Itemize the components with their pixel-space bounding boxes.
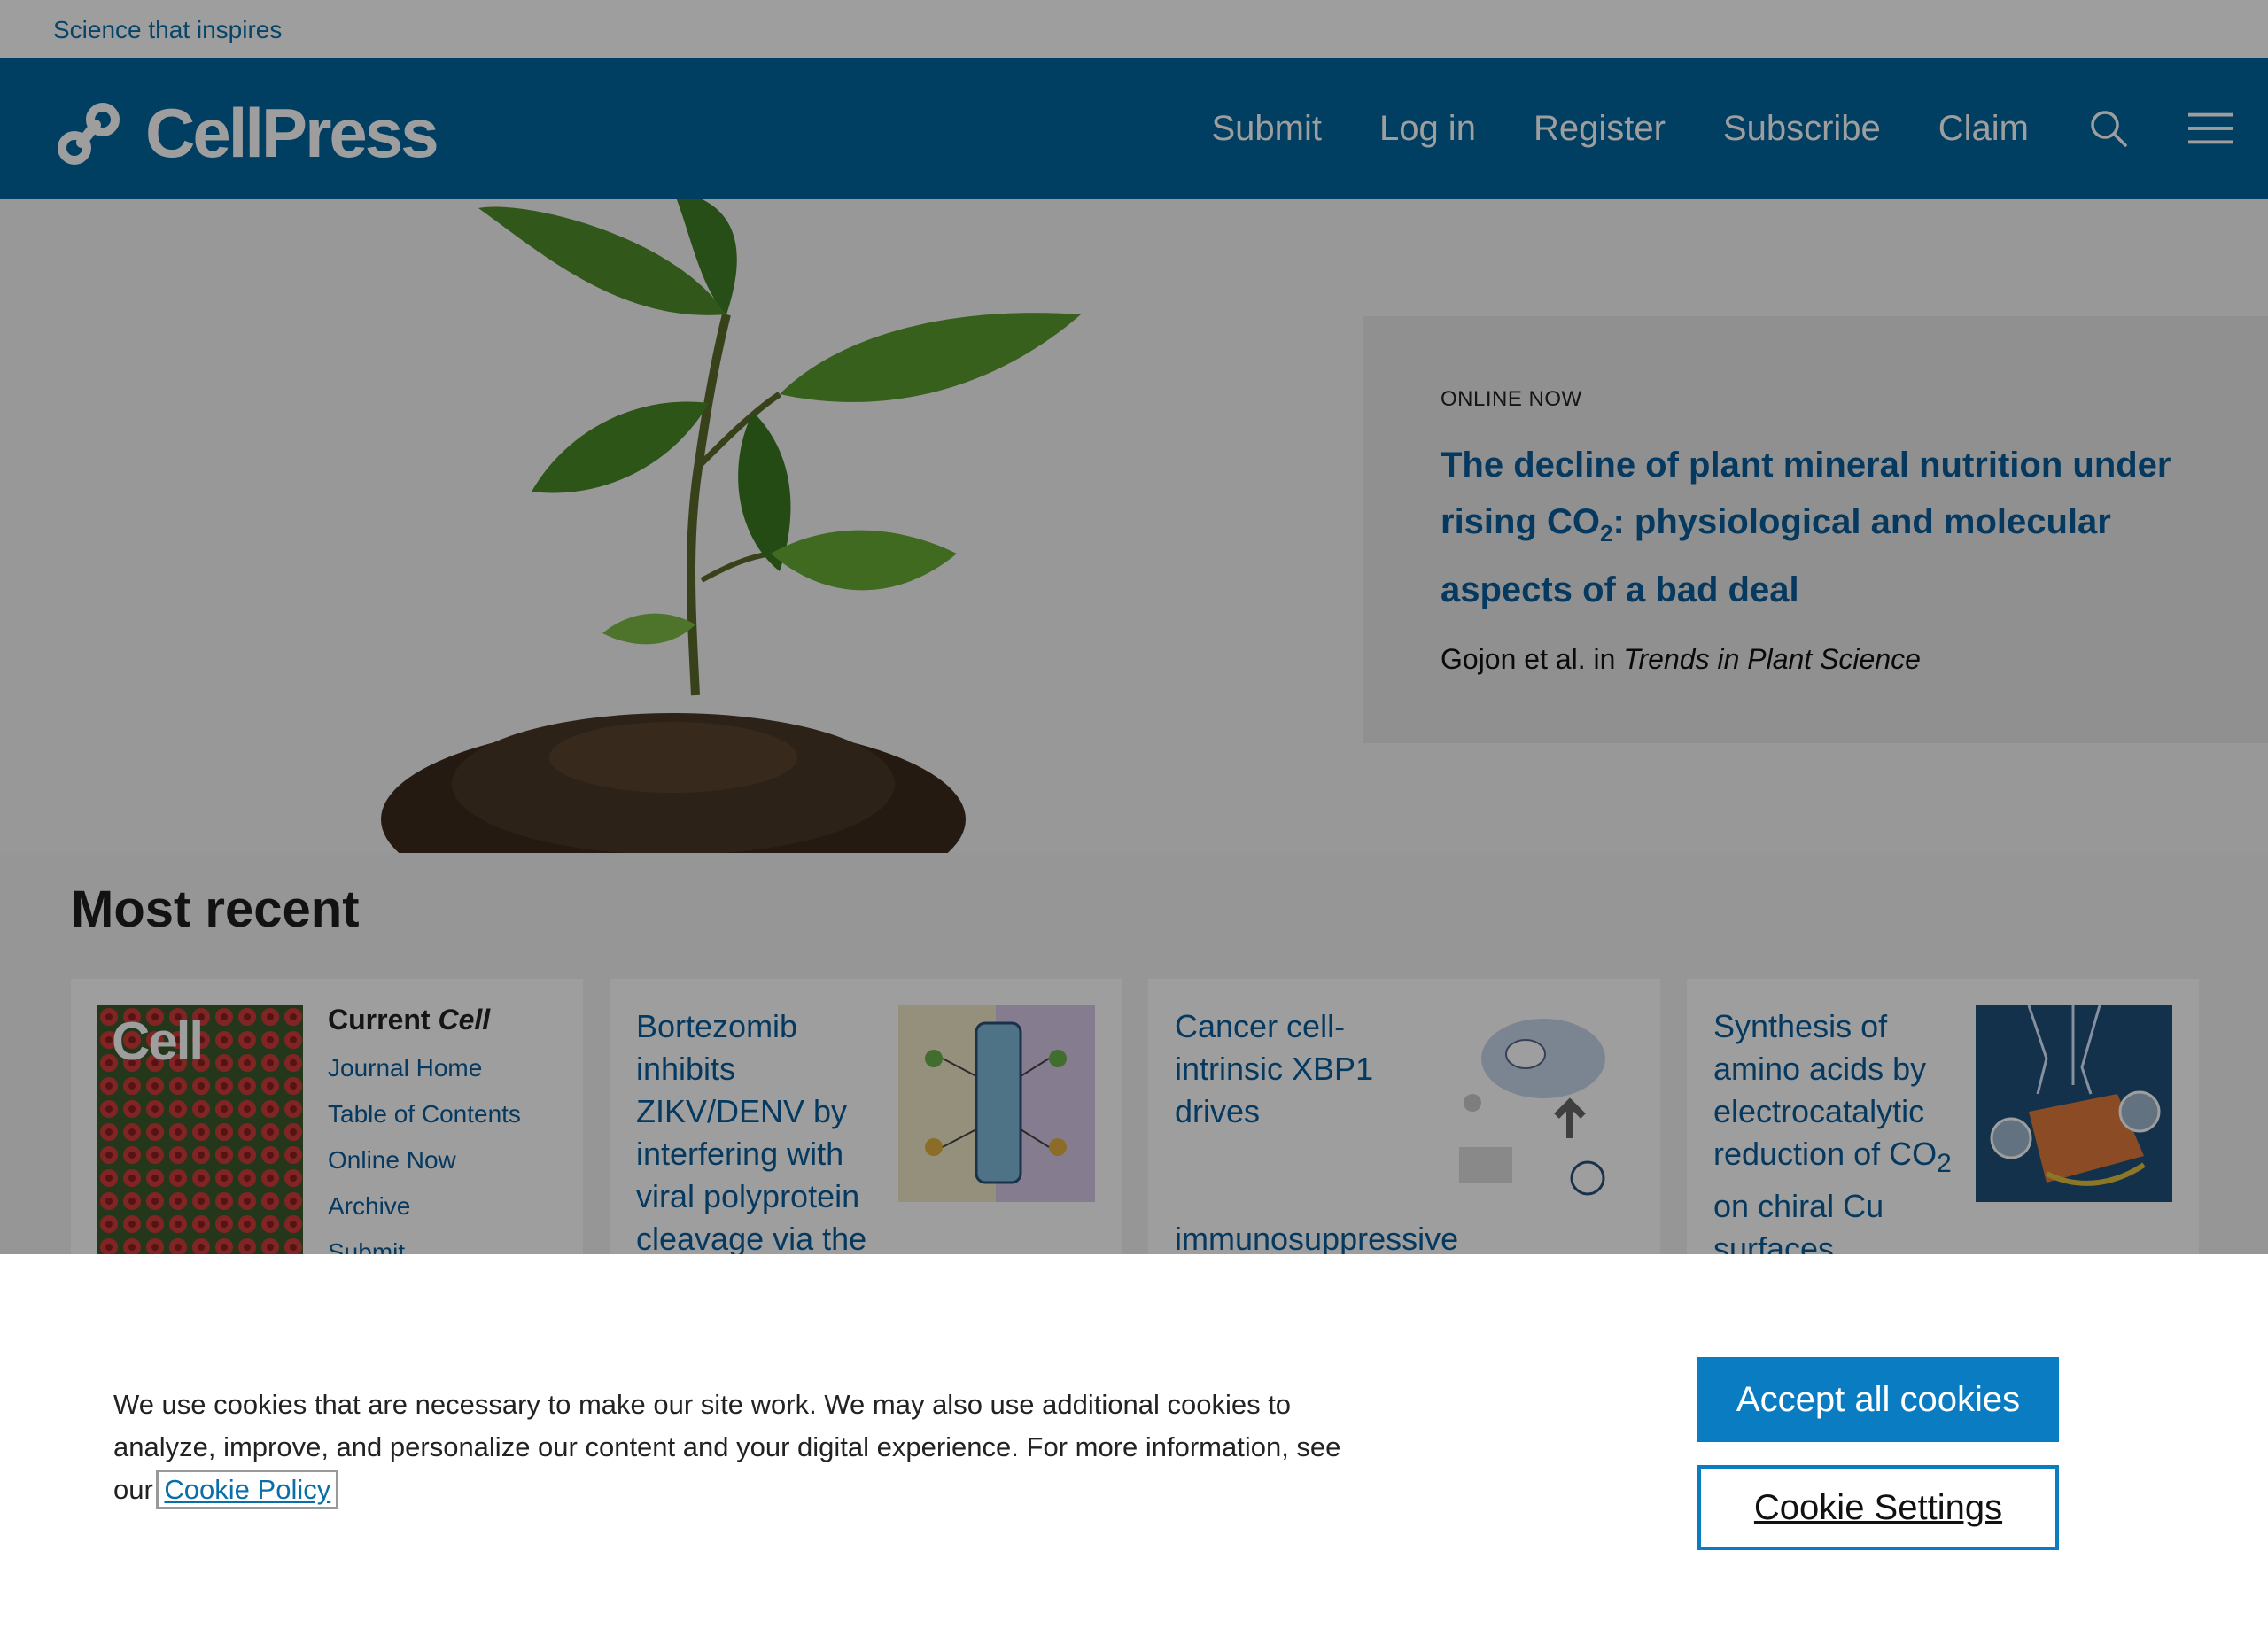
cookie-message: We use cookies that are necessary to mak… (113, 1384, 1354, 1511)
page: Science that inspires CellPress Submit L… (0, 0, 2268, 1644)
hamburger-menu-icon[interactable] (2188, 106, 2233, 151)
article-title-subscript: 2 (1937, 1149, 1952, 1179)
nav-log-in[interactable]: Log in (1379, 109, 1476, 149)
search-icon[interactable] (2086, 106, 2131, 151)
cookie-policy-link[interactable]: Cookie Policy (156, 1470, 339, 1509)
nav-submit[interactable]: Submit (1211, 109, 1322, 149)
journal-menu-title: Current Cell (328, 1004, 521, 1036)
logo-wordmark: CellPress (145, 94, 439, 172)
article-graphical-abstract[interactable] (898, 1005, 1095, 1202)
cookie-settings-button[interactable]: Cookie Settings (1697, 1465, 2059, 1550)
nav-register[interactable]: Register (1534, 109, 1666, 149)
journal-link-online-now[interactable]: Online Now (328, 1146, 521, 1175)
top-tagline-bar: Science that inspires (0, 0, 2268, 58)
accept-all-cookies-button[interactable]: Accept all cookies (1697, 1357, 2059, 1442)
article-title-link[interactable]: Cancer cell-intrinsic XBP1 drives immuno… (1175, 1005, 1458, 1260)
journal-link-home[interactable]: Journal Home (328, 1054, 521, 1082)
section-heading: Most recent (71, 880, 360, 938)
article-title-top: Cancer cell-intrinsic XBP1 drives (1175, 1008, 1374, 1129)
nav-claim[interactable]: Claim (1938, 109, 2029, 149)
article-graphical-abstract[interactable] (1976, 1005, 2172, 1202)
hero-kicker: ONLINE NOW (1441, 387, 1582, 411)
hero-feature-card: ONLINE NOW The decline of plant mineral … (1363, 316, 2268, 743)
cellpress-logo-icon (58, 102, 120, 165)
cookie-banner: We use cookies that are necessary to mak… (0, 1254, 2268, 1644)
hero-byline: Gojon et al. in Trends in Plant Science (1441, 643, 2190, 676)
site-header: CellPress Submit Log in Register Subscri… (0, 58, 2268, 199)
article-title-part1: Synthesis of amino acids by electrocatal… (1713, 1008, 1938, 1172)
article-title-bottom: immunosuppressive (1175, 1221, 1459, 1257)
article-graphical-abstract[interactable] (1437, 1005, 1634, 1202)
article-title-link[interactable]: Synthesis of amino acids by electrocatal… (1713, 1005, 1970, 1270)
journal-menu: Current Cell Journal Home Table of Conte… (328, 1004, 521, 1267)
hero-byline-authors: Gojon et al. in (1441, 643, 1624, 675)
nav-subscribe[interactable]: Subscribe (1723, 109, 1881, 149)
journal-link-archive[interactable]: Archive (328, 1192, 521, 1221)
cellpress-logo[interactable]: CellPress (55, 93, 439, 174)
hero-headline-link[interactable]: The decline of plant mineral nutrition u… (1441, 437, 2190, 618)
hero-headline-subscript: 2 (1600, 520, 1613, 547)
hero-byline-journal[interactable]: Trends in Plant Science (1623, 643, 1921, 675)
main-nav: Submit Log in Register Subscribe Claim (1153, 58, 2233, 199)
journal-menu-title-prefix: Current (328, 1004, 439, 1035)
journal-menu-title-journal: Cell (438, 1004, 491, 1035)
journal-link-toc[interactable]: Table of Contents (328, 1100, 521, 1128)
tagline[interactable]: Science that inspires (53, 16, 282, 44)
hero-banner: ONLINE NOW The decline of plant mineral … (0, 199, 2268, 853)
hero-plant-image[interactable] (337, 199, 1116, 853)
cover-title: Cell (112, 1012, 204, 1071)
